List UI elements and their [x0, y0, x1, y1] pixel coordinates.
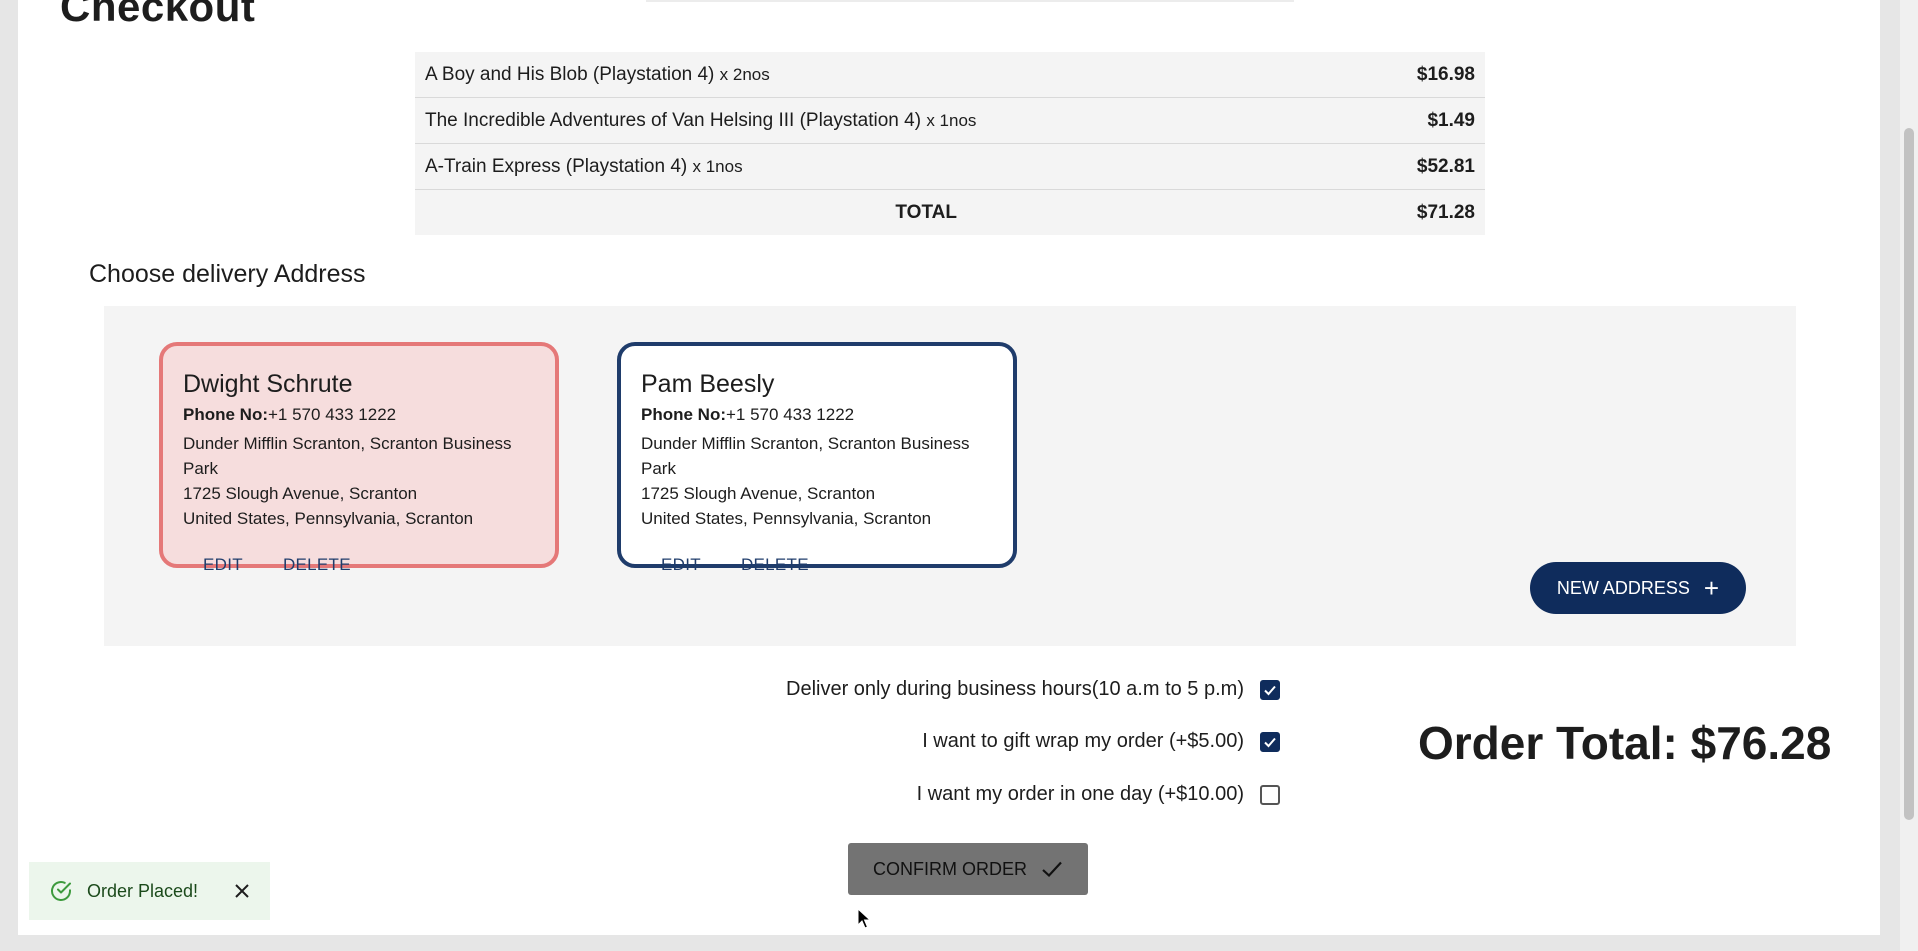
address-phone: Phone No:+1 570 433 1222 — [641, 405, 855, 424]
address-line-2: 1725 Slough Avenue, Scranton — [641, 484, 876, 503]
plus-icon: + — [1703, 573, 1720, 603]
page-title: Checkout — [60, 0, 256, 30]
summary-total-label: TOTAL — [895, 201, 957, 223]
confirm-order-button[interactable]: CONFIRM ORDER — [848, 843, 1088, 895]
summary-price: $1.49 — [1427, 109, 1475, 131]
option-label: I want to gift wrap my order (+$5.00) — [922, 730, 1244, 752]
new-address-button[interactable]: NEW ADDRESS + — [1530, 562, 1746, 614]
toast-message: Order Placed! — [87, 880, 199, 901]
delete-address-button[interactable]: DELETE — [721, 547, 829, 583]
check-icon — [1264, 737, 1276, 747]
summary-item: A-Train Express (Playstation 4) x 1nos — [425, 155, 743, 177]
delivery-heading: Choose delivery Address — [89, 260, 366, 288]
delete-address-button[interactable]: DELETE — [263, 547, 371, 583]
summary-row: A-Train Express (Playstation 4) x 1nos $… — [415, 144, 1485, 190]
option-business-hours: Deliver only during business hours(10 a.… — [786, 678, 1280, 701]
summary-row: A Boy and His Blob (Playstation 4) x 2no… — [415, 52, 1485, 98]
address-line-1: Dunder Mifflin Scranton, Scranton Busine… — [641, 434, 970, 478]
summary-total-row: TOTAL $71.28 — [415, 190, 1485, 235]
summary-total-value: $71.28 — [1416, 201, 1475, 223]
address-phone: Phone No:+1 570 433 1222 — [183, 405, 397, 424]
gift-wrap-checkbox[interactable] — [1260, 731, 1280, 752]
summary-row: The Incredible Adventures of Van Helsing… — [415, 98, 1485, 144]
business-hours-checkbox[interactable] — [1260, 679, 1280, 700]
option-gift-wrap: I want to gift wrap my order (+$5.00) — [922, 730, 1280, 753]
divider — [646, 0, 1294, 2]
summary-price: $16.98 — [1416, 63, 1475, 85]
order-total: Order Total: $76.28 — [1418, 717, 1832, 769]
address-name: Pam Beesly — [641, 370, 775, 398]
summary-item: A Boy and His Blob (Playstation 4) x 2no… — [425, 63, 770, 85]
address-actions: EDIT DELETE — [183, 547, 535, 583]
scrollbar-thumb[interactable] — [1904, 128, 1914, 820]
address-line-1: Dunder Mifflin Scranton, Scranton Busine… — [183, 434, 512, 478]
one-day-checkbox[interactable] — [1260, 784, 1280, 805]
address-name: Dwight Schrute — [183, 370, 353, 398]
confirm-order-label: CONFIRM ORDER — [873, 858, 1027, 879]
summary-qty: x 1nos — [926, 110, 977, 130]
checkout-page: Checkout A Boy and His Blob (Playstation… — [18, 0, 1880, 935]
option-one-day: I want my order in one day (+$10.00) — [917, 783, 1280, 806]
summary-qty: x 1nos — [692, 156, 743, 176]
check-icon — [1264, 685, 1276, 695]
close-icon[interactable] — [234, 883, 250, 899]
address-actions: EDIT DELETE — [641, 547, 993, 583]
address-card-dwight-schrute[interactable]: Dwight Schrute Phone No:+1 570 433 1222 … — [159, 342, 559, 574]
address-line-3: United States, Pennsylvania, Scranton — [641, 509, 932, 528]
edit-address-button[interactable]: EDIT — [641, 547, 721, 583]
success-check-icon — [51, 881, 71, 901]
new-address-label: NEW ADDRESS — [1556, 577, 1690, 598]
address-line-3: United States, Pennsylvania, Scranton — [183, 509, 474, 528]
address-line-2: 1725 Slough Avenue, Scranton — [183, 484, 418, 503]
summary-item: The Incredible Adventures of Van Helsing… — [425, 109, 977, 131]
success-toast: Order Placed! — [29, 862, 270, 920]
option-label: Deliver only during business hours(10 a.… — [786, 678, 1244, 700]
order-summary-table: A Boy and His Blob (Playstation 4) x 2no… — [415, 52, 1485, 235]
option-label: I want my order in one day (+$10.00) — [916, 783, 1244, 805]
summary-price: $52.81 — [1416, 155, 1475, 177]
mouse-cursor-icon — [857, 908, 871, 929]
address-card-pam-beesly[interactable]: Pam Beesly Phone No:+1 570 433 1222 Dund… — [617, 342, 1017, 574]
address-list: Dwight Schrute Phone No:+1 570 433 1222 … — [104, 306, 1796, 646]
vertical-scrollbar[interactable] — [1900, 0, 1918, 951]
edit-address-button[interactable]: EDIT — [183, 547, 263, 583]
summary-qty: x 2nos — [719, 64, 770, 84]
check-icon — [1042, 861, 1062, 878]
